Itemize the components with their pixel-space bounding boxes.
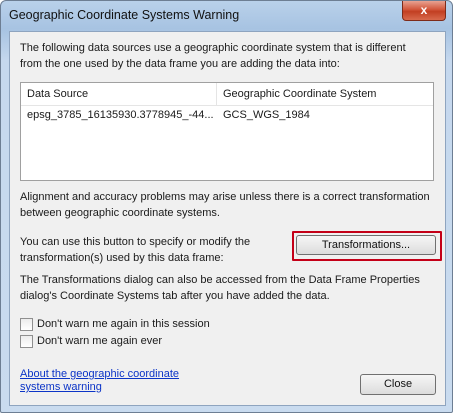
- transformations-hint-text: You can use this button to specify or mo…: [20, 236, 251, 264]
- title-bar[interactable]: Geographic Coordinate Systems Warning x: [1, 1, 452, 31]
- list-header: Data Source Geographic Coordinate System: [21, 83, 433, 106]
- ever-warning-checkbox[interactable]: [20, 335, 33, 348]
- ever-warning-label[interactable]: Don't warn me again ever: [37, 335, 162, 347]
- alignment-warning-text: Alignment and accuracy problems may aris…: [20, 191, 430, 219]
- intro-text: The following data sources use a geograp…: [20, 42, 406, 70]
- dialog-body: The following data sources use a geograp…: [9, 31, 446, 406]
- column-divider: [216, 83, 217, 105]
- window-title: Geographic Coordinate Systems Warning: [9, 8, 240, 22]
- close-button[interactable]: Close: [360, 374, 436, 395]
- transformations-button[interactable]: Transformations...: [296, 235, 436, 255]
- help-link[interactable]: About the geographic coordinate systems …: [20, 368, 195, 394]
- session-warning-label[interactable]: Don't warn me again in this session: [37, 318, 210, 330]
- session-warning-checkbox[interactable]: [20, 318, 33, 331]
- alt-access-text: The Transformations dialog can also be a…: [20, 274, 420, 302]
- close-window-icon[interactable]: x: [402, 1, 446, 21]
- dialog-window: Geographic Coordinate Systems Warning x …: [0, 0, 453, 413]
- column-header-data-source[interactable]: Data Source: [27, 88, 88, 100]
- data-sources-list[interactable]: Data Source Geographic Coordinate System…: [20, 82, 434, 181]
- cell-data-source: epsg_3785_16135930.3778945_-44...: [27, 109, 214, 121]
- cell-coordinate-system: GCS_WGS_1984: [223, 109, 310, 121]
- table-row[interactable]: epsg_3785_16135930.3778945_-44... GCS_WG…: [21, 109, 433, 125]
- column-header-geographic-coordinate-system[interactable]: Geographic Coordinate System: [223, 88, 376, 100]
